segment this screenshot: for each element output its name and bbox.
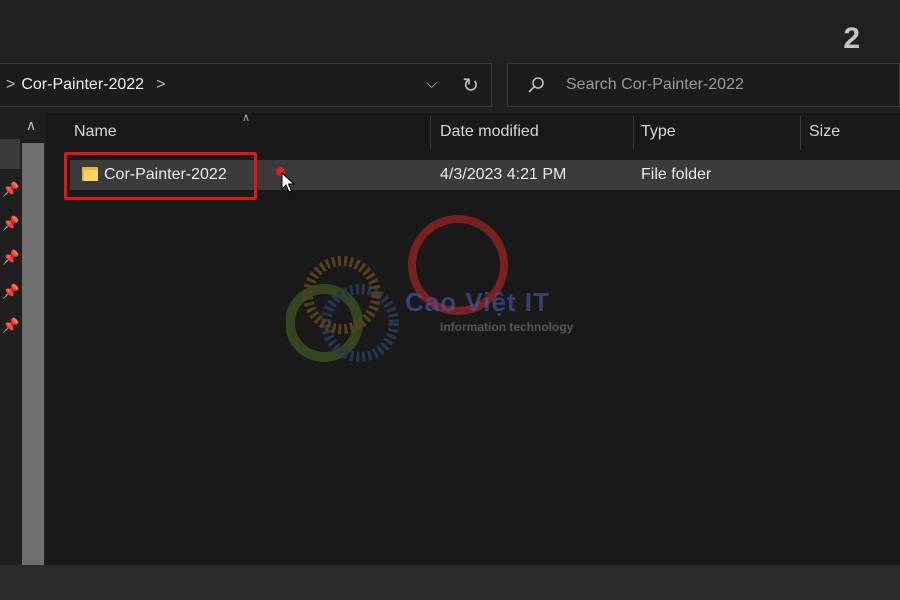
navigation-pane: 📌 📌 📌 📌 📌 ∧ [0,113,46,565]
pin-icon[interactable]: 📌 [2,317,19,334]
chevron-up-icon[interactable]: ∧ [26,117,36,134]
step-number: 2 [843,22,860,55]
column-size[interactable]: Size [809,123,840,141]
pin-icon[interactable]: 📌 [2,249,19,266]
address-bar[interactable]: > Cor-Painter-2022 > ⌵ ↻ [0,63,492,107]
chevron-right-icon: > [6,76,16,93]
pin-icon[interactable]: 📌 [2,215,19,232]
column-divider[interactable] [430,116,431,150]
column-divider[interactable] [633,116,634,150]
sort-ascending-icon: ∧ [242,112,251,124]
status-bar [0,565,900,600]
cursor-icon [281,172,295,193]
column-name[interactable]: Name [74,123,117,141]
title-bar [0,0,900,62]
chevron-down-icon[interactable]: ⌵ [426,75,437,92]
refresh-icon[interactable]: ↻ [462,73,479,98]
column-date-modified[interactable]: Date modified [440,123,539,141]
watermark-subtitle: Information technology [440,320,574,334]
watermark-title: Cao Việt IT [405,287,550,317]
breadcrumb-current[interactable]: Cor-Painter-2022 [21,76,144,94]
column-type[interactable]: Type [641,123,676,141]
row-date-modified: 4/3/2023 4:21 PM [440,166,567,183]
nav-selected-item[interactable] [0,139,20,169]
search-box[interactable] [507,63,900,107]
row-type: File folder [641,166,712,183]
search-icon [526,75,546,95]
column-headers: ∧ Name Date modified Type Size [50,112,900,153]
search-input[interactable] [564,75,868,95]
pin-icon[interactable]: 📌 [2,283,19,300]
column-divider[interactable] [800,116,801,150]
highlight-annotation [64,152,257,200]
pin-icon[interactable]: 📌 [2,181,19,198]
chevron-right-icon[interactable]: > [156,76,165,94]
nav-scrollbar[interactable] [22,143,44,565]
